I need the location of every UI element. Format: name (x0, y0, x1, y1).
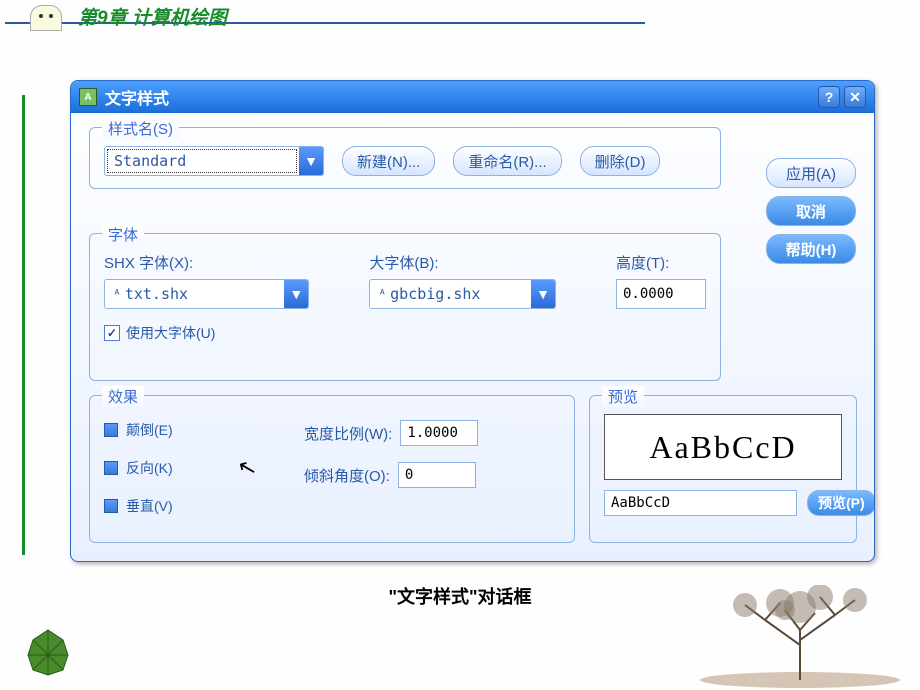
font-group: 字体 SHX 字体(X): ᴬtxt.shx ▼ 大字体(B): ᴬgbcbig… (89, 233, 721, 381)
preview-group: 预览 AaBbCcD 预览(P) (589, 395, 857, 543)
chevron-down-icon[interactable]: ▼ (284, 280, 308, 308)
chevron-down-icon[interactable]: ▼ (299, 147, 323, 175)
shx-font-value: txt.shx (125, 285, 188, 303)
apply-button[interactable]: 应用(A) (766, 158, 856, 188)
font-icon: ᴬ (378, 288, 386, 303)
oblique-angle-label: 倾斜角度(O): (304, 465, 390, 486)
font-legend: 字体 (102, 224, 144, 245)
preview-legend: 预览 (602, 386, 644, 407)
preview-text-input[interactable] (604, 490, 797, 516)
backwards-checkbox[interactable] (104, 461, 118, 475)
big-font-label: 大字体(B): (369, 252, 556, 273)
preview-display: AaBbCcD (604, 414, 842, 480)
effects-group: 效果 颠倒(E) 反向(K) 垂直(V) (89, 395, 575, 543)
style-name-value: Standard (107, 149, 297, 173)
rename-button[interactable]: 重命名(R)... (453, 146, 561, 176)
shx-font-dropdown[interactable]: ᴬ txt.shx ▼ (104, 279, 309, 309)
big-font-dropdown[interactable]: ᴬ gbcbig.shx ▼ (369, 279, 556, 309)
app-icon: A (79, 88, 97, 106)
new-button[interactable]: 新建(N)... (342, 146, 435, 176)
shx-font-label: SHX 字体(X): (104, 252, 309, 273)
oblique-angle-input[interactable] (398, 462, 476, 488)
help-icon[interactable]: ? (818, 86, 840, 108)
side-accent (22, 95, 25, 555)
font-icon: ᴬ (113, 288, 121, 303)
titlebar[interactable]: A 文字样式 ? ✕ (71, 81, 874, 113)
big-font-value: gbcbig.shx (390, 285, 480, 303)
width-factor-input[interactable] (400, 420, 478, 446)
use-big-font-label: 使用大字体(U) (126, 323, 215, 343)
dialog-title: 文字样式 (105, 85, 169, 109)
preview-button[interactable]: 预览(P) (807, 490, 875, 516)
text-style-dialog: A 文字样式 ? ✕ 样式名(S) Standard ▼ 新建(N)... 重命… (70, 80, 875, 562)
help-button[interactable]: 帮助(H) (766, 234, 856, 264)
upside-down-checkbox[interactable] (104, 423, 118, 437)
close-icon[interactable]: ✕ (844, 86, 866, 108)
backwards-label: 反向(K) (126, 458, 173, 478)
use-big-font-checkbox[interactable]: ✓ (104, 325, 120, 341)
effects-legend: 效果 (102, 386, 144, 407)
chevron-down-icon[interactable]: ▼ (531, 280, 555, 308)
tree-decoration (690, 585, 910, 690)
style-name-legend: 样式名(S) (102, 118, 179, 139)
height-label: 高度(T): (616, 252, 706, 273)
vertical-checkbox[interactable] (104, 499, 118, 513)
vertical-label: 垂直(V) (126, 496, 173, 516)
leaf-decoration (18, 625, 78, 680)
delete-button[interactable]: 删除(D) (580, 146, 661, 176)
style-name-group: 样式名(S) Standard ▼ 新建(N)... 重命名(R)... 删除(… (89, 127, 721, 189)
upside-down-label: 颠倒(E) (126, 420, 173, 440)
mascot-icon (30, 5, 62, 31)
height-input[interactable] (616, 279, 706, 309)
width-factor-label: 宽度比例(W): (304, 423, 392, 444)
style-name-dropdown[interactable]: Standard ▼ (104, 146, 324, 176)
cancel-button[interactable]: 取消 (766, 196, 856, 226)
chapter-title: 第9章 计算机绘图 (78, 3, 227, 30)
